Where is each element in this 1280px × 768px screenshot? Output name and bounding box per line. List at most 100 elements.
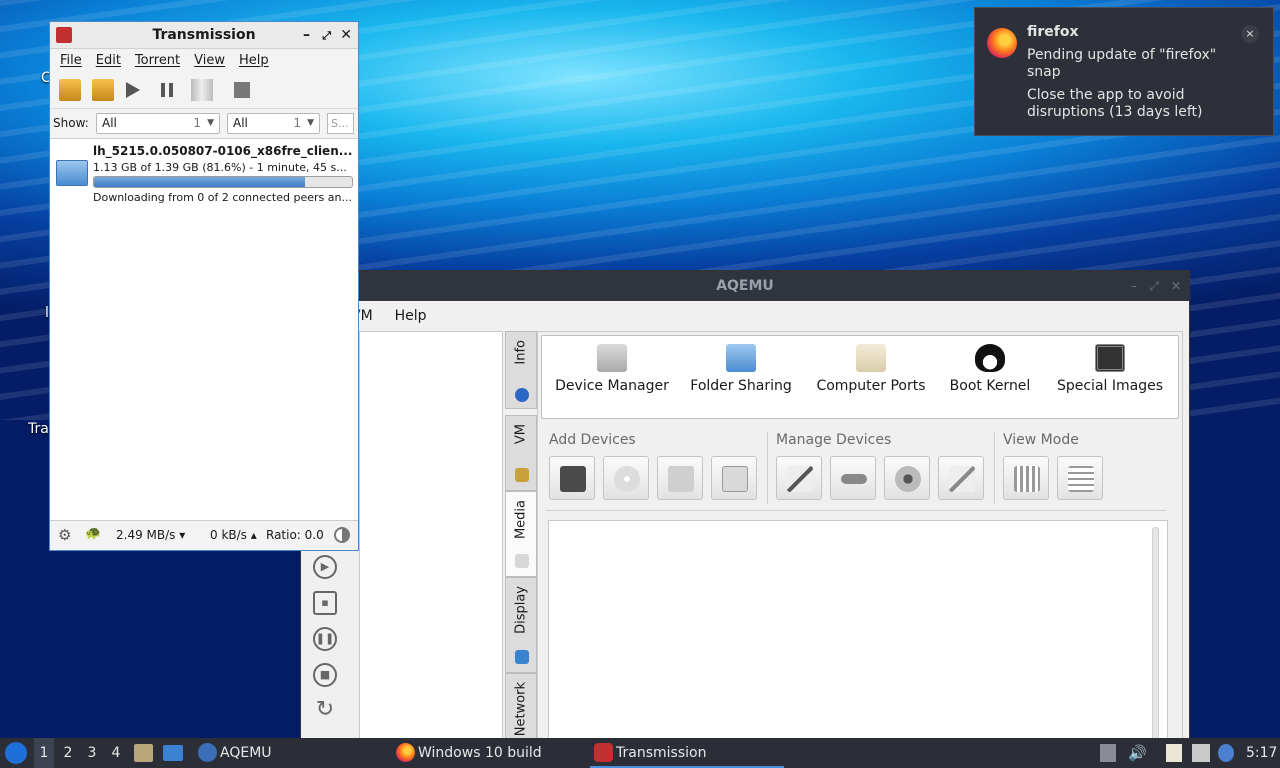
- edit-device-button[interactable]: [776, 456, 822, 500]
- computer-ports-button[interactable]: Computer Ports: [810, 336, 932, 420]
- close-icon[interactable]: ×: [1241, 25, 1259, 43]
- task-transmission[interactable]: Transmission: [590, 738, 784, 768]
- pause-torrent-icon[interactable]: [161, 83, 173, 97]
- network-icon[interactable]: [1192, 744, 1210, 762]
- transmission-toolbar: [50, 71, 358, 109]
- aqemu-titlebar[interactable]: AQEMU – ⤢ ✕: [301, 271, 1189, 301]
- boot-kernel-button[interactable]: Boot Kernel: [942, 336, 1038, 420]
- close-icon[interactable]: ✕: [340, 22, 352, 49]
- clear-device-button[interactable]: [938, 456, 984, 500]
- minimize-icon[interactable]: –: [303, 22, 310, 49]
- device-properties-button[interactable]: [884, 456, 930, 500]
- reset-vm-icon[interactable]: ↻: [313, 699, 337, 723]
- vm-list[interactable]: [359, 331, 503, 741]
- hdd-icon: [668, 466, 694, 492]
- save-vm-icon[interactable]: ▪: [313, 591, 337, 615]
- menu-edit[interactable]: Edit: [96, 53, 121, 68]
- group-label-manage-devices: Manage Devices: [776, 432, 892, 448]
- task-aqemu[interactable]: AQEMU: [194, 738, 384, 768]
- pause-vm-icon[interactable]: ❚❚: [313, 627, 337, 651]
- drive-icon: [722, 466, 748, 492]
- show-desktop-icon[interactable]: [163, 745, 183, 761]
- divider: [994, 432, 995, 504]
- add-drive-button[interactable]: [711, 456, 757, 500]
- workspace-3[interactable]: 3: [82, 738, 102, 768]
- activity-filter-select[interactable]: All 1 ▼: [96, 113, 220, 134]
- ratio: Ratio: 0.0: [266, 528, 324, 542]
- menu-help[interactable]: Help: [239, 53, 269, 68]
- folder-icon: [726, 344, 756, 372]
- workspace-2[interactable]: 2: [58, 738, 78, 768]
- menu-view[interactable]: View: [194, 53, 225, 68]
- file-manager-icon[interactable]: [134, 744, 153, 762]
- remove-device-button[interactable]: [830, 456, 876, 500]
- gear-icon: [895, 466, 921, 492]
- start-torrent-icon[interactable]: [126, 82, 140, 98]
- open-torrent-icon[interactable]: [59, 79, 81, 101]
- clipboard-icon[interactable]: [1166, 744, 1182, 762]
- tab-network[interactable]: Network: [505, 673, 537, 741]
- transmission-window: Transmission – ⤢ ✕ File Edit Torrent Vie…: [49, 21, 359, 551]
- close-icon[interactable]: ✕: [1171, 271, 1181, 301]
- aqemu-icon: [198, 743, 217, 762]
- grid-view-icon: [1014, 466, 1040, 492]
- volume-icon[interactable]: 🔊: [1128, 738, 1147, 768]
- turtle-icon[interactable]: 🐢: [85, 526, 101, 541]
- transmission-app-icon: [56, 27, 72, 43]
- maximize-icon[interactable]: ⤢: [1149, 271, 1159, 301]
- device-manager-button[interactable]: Device Manager: [552, 336, 672, 420]
- desktop-icon-label[interactable]: Tra: [28, 421, 49, 437]
- start-vm-icon[interactable]: ▶: [313, 555, 337, 579]
- usb-icon: [856, 344, 886, 372]
- transmission-titlebar[interactable]: Transmission – ⤢ ✕: [50, 22, 358, 49]
- workspace-1[interactable]: 1: [34, 738, 54, 768]
- open-url-icon[interactable]: [92, 79, 114, 101]
- special-images-button[interactable]: Special Images: [1048, 336, 1172, 420]
- tab-media[interactable]: Media: [505, 491, 537, 577]
- filter-bar: Show: All 1 ▼ All 1 ▼ S...: [50, 109, 358, 139]
- icon-view-button[interactable]: [1003, 456, 1049, 500]
- properties-icon[interactable]: [234, 82, 250, 98]
- menu-torrent[interactable]: Torrent: [135, 53, 180, 68]
- remove-torrent-icon[interactable]: [191, 79, 213, 101]
- transmission-statusbar: ⚙ 🐢 2.49 MB/s ▾ 0 kB/s ▴ Ratio: 0.0: [50, 520, 358, 550]
- add-floppy-button[interactable]: [549, 456, 595, 500]
- minimize-icon[interactable]: –: [1131, 271, 1137, 301]
- gear-icon[interactable]: ⚙: [58, 526, 71, 544]
- tab-info[interactable]: Info: [505, 331, 537, 409]
- torrent-row[interactable]: lh_5215.0.050807-0106_x86fre_clien... 1.…: [50, 140, 358, 204]
- tab-vm[interactable]: VM: [505, 415, 537, 491]
- menu-help[interactable]: Help: [395, 308, 427, 324]
- add-hdd-button[interactable]: [657, 456, 703, 500]
- scrollbar[interactable]: [1152, 527, 1159, 743]
- start-menu-icon[interactable]: [5, 742, 27, 764]
- firefox-icon: [396, 743, 415, 762]
- tracker-filter-select[interactable]: All 1 ▼: [227, 113, 320, 134]
- firefox-notification[interactable]: firefox Pending update of "firefox" snap…: [974, 7, 1274, 136]
- update-notifier-icon[interactable]: [1218, 744, 1234, 762]
- eraser-icon: [949, 466, 975, 492]
- notification-text: Close the app to avoid: [1027, 87, 1185, 103]
- ratio-mode-icon[interactable]: [334, 527, 350, 543]
- list-view-button[interactable]: [1057, 456, 1103, 500]
- add-cdrom-button[interactable]: [603, 456, 649, 500]
- clock[interactable]: 5:17: [1246, 738, 1277, 768]
- folder-sharing-button[interactable]: Folder Sharing: [685, 336, 797, 420]
- show-label: Show:: [53, 116, 89, 130]
- device-list[interactable]: [548, 520, 1168, 743]
- taskbar: 1 2 3 4 AQEMU Windows 10 build 176... Tr…: [0, 738, 1280, 768]
- media-icon: [515, 554, 529, 568]
- eject-icon[interactable]: [1100, 744, 1116, 762]
- notification-text: snap: [1027, 64, 1061, 80]
- task-firefox[interactable]: Windows 10 build 176...: [392, 738, 586, 768]
- search-input[interactable]: S...: [327, 113, 354, 134]
- workspace-4[interactable]: 4: [106, 738, 126, 768]
- minus-icon: [841, 474, 867, 484]
- tux-icon: [975, 344, 1005, 372]
- menu-file[interactable]: File: [60, 53, 82, 68]
- tab-display[interactable]: Display: [505, 577, 537, 673]
- floppy-icon: [560, 466, 586, 492]
- torrent-progress-bar: [93, 176, 353, 188]
- maximize-icon[interactable]: ⤢: [322, 22, 331, 49]
- stop-vm-icon[interactable]: ■: [313, 663, 337, 687]
